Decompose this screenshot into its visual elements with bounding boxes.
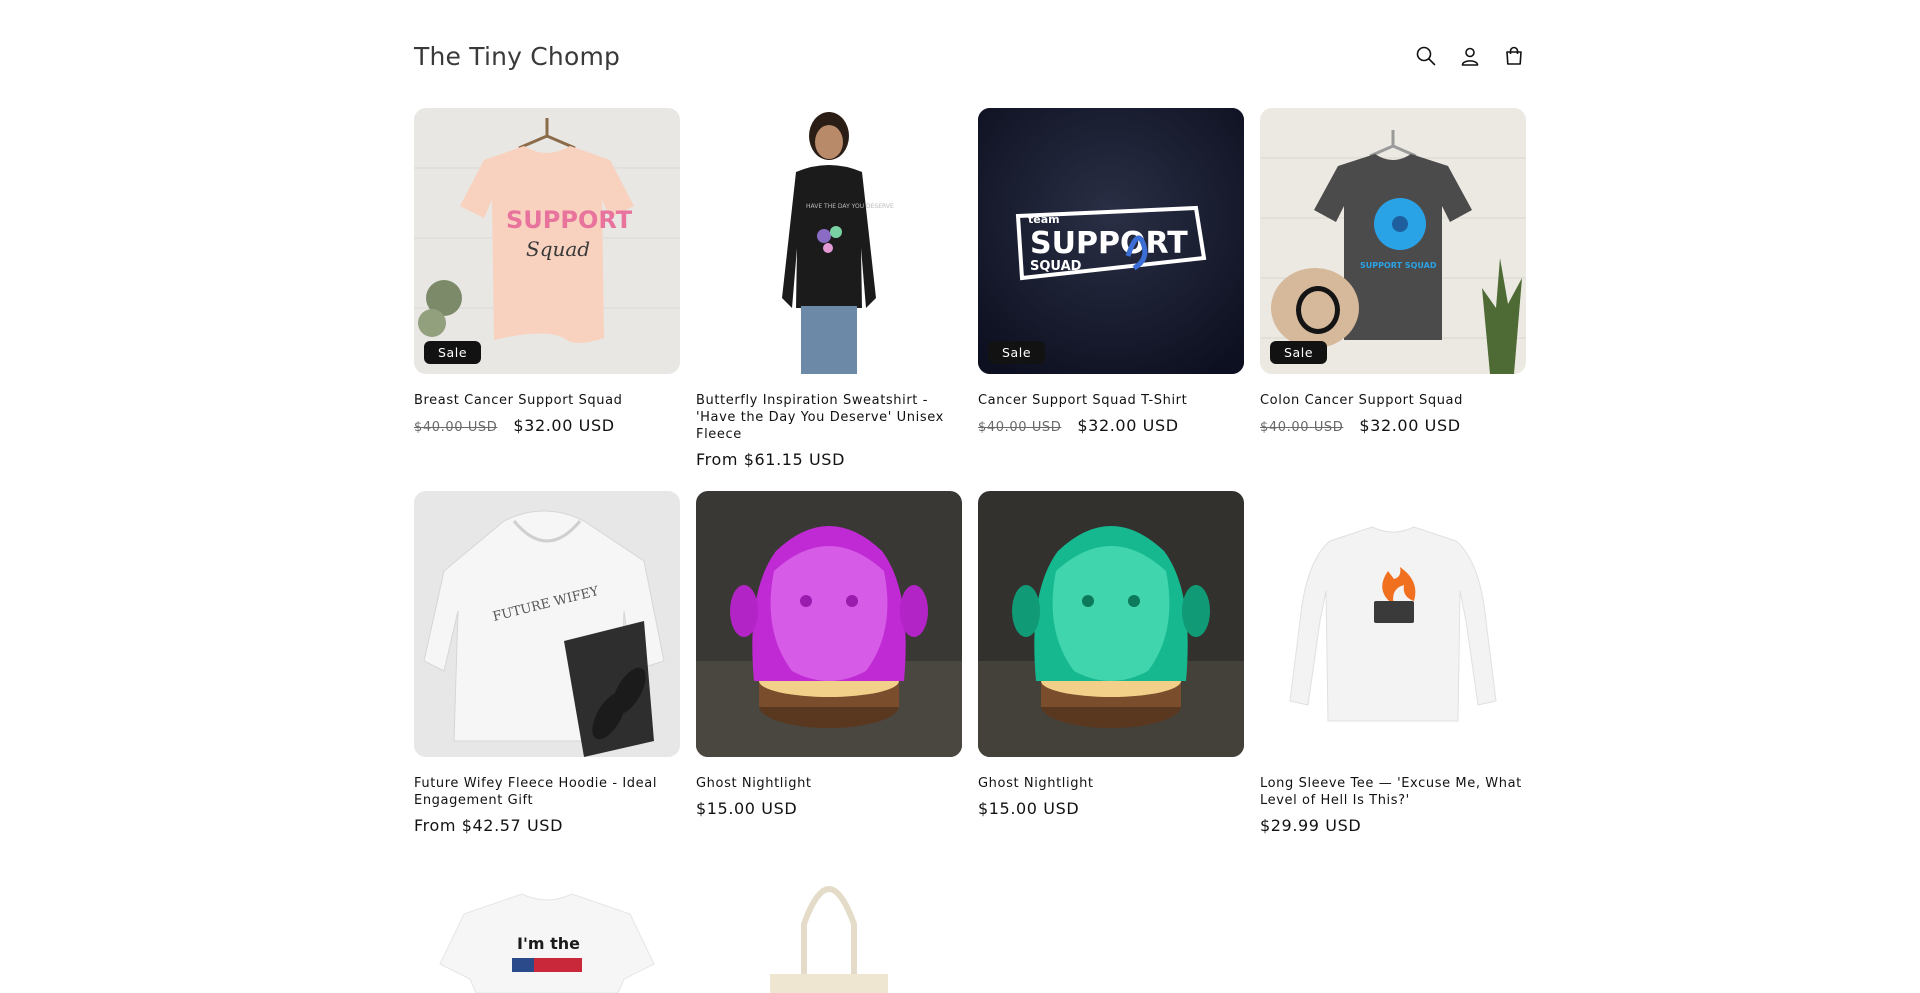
product-card[interactable]: HAVE THE DAY YOU DESERVE Butterfly Inspi… [696,108,962,469]
store-logo-text[interactable]: The Tiny Chomp [414,42,620,71]
product-image[interactable]: FUTURE WIFEY [414,491,680,757]
product-title[interactable]: Butterfly Inspiration Sweatshirt - 'Have… [696,392,962,443]
image-text-team: team [1028,213,1060,226]
image-text-im-the: I'm the [517,934,580,953]
product-card[interactable]: I'm the [414,874,680,993]
site-header: The Tiny Chomp [414,38,1526,82]
product-title[interactable]: Long Sleeve Tee — 'Excuse Me, What Level… [1260,775,1526,809]
sale-badge: Sale [988,341,1046,364]
product-card[interactable]: Long Sleeve Tee — 'Excuse Me, What Level… [1260,491,1526,835]
price: $29.99 USD [1260,816,1362,835]
price: $15.00 USD [696,799,798,818]
product-price: $15.00 USD [978,799,1244,818]
sale-badge: Sale [1270,341,1328,364]
image-text-support: SUPPORT [506,206,633,234]
image-text-support-squad: SUPPORT SQUAD [1360,261,1437,270]
regular-price: $40.00 USD [978,420,1062,435]
product-image[interactable] [1260,491,1526,757]
sale-price: $32.00 USD [513,416,615,435]
product-price: $40.00 USD $32.00 USD [414,416,680,435]
sale-price: $32.00 USD [1077,416,1179,435]
price: From $61.15 USD [696,450,845,469]
product-title[interactable]: Colon Cancer Support Squad [1260,392,1526,409]
product-image[interactable]: I'm the [414,874,680,993]
sale-price: $32.00 USD [1359,416,1461,435]
product-price: $40.00 USD $32.00 USD [1260,416,1526,435]
product-title[interactable]: Future Wifey Fleece Hoodie - Ideal Engag… [414,775,680,809]
product-image[interactable] [696,874,962,993]
image-text-squad: SQUAD [1030,259,1082,274]
product-image[interactable]: HAVE THE DAY YOU DESERVE [696,108,962,374]
product-card[interactable]: Ghost Nightlight $15.00 USD [696,491,962,818]
header-icons [1414,44,1526,68]
product-image[interactable] [696,491,962,757]
product-price: From $42.57 USD [414,816,680,835]
product-image[interactable]: SUPPORT SQUAD Sale [1260,108,1526,374]
product-title[interactable]: Cancer Support Squad T-Shirt [978,392,1244,409]
regular-price: $40.00 USD [414,420,498,435]
product-image[interactable] [978,491,1244,757]
product-title[interactable]: Ghost Nightlight [978,775,1244,792]
product-card[interactable]: SUPPORT SQUAD Sale Colon Cancer Support … [1260,108,1526,435]
image-text-support: SUPPORT [1030,226,1188,261]
product-price: From $61.15 USD [696,450,962,469]
product-price: $15.00 USD [696,799,962,818]
account-icon[interactable] [1458,44,1482,68]
product-card[interactable]: FUTURE WIFEY Future Wifey Fleece Hoodie … [414,491,680,835]
price: $15.00 USD [978,799,1080,818]
product-price: $29.99 USD [1260,816,1526,835]
product-card[interactable] [696,874,962,993]
regular-price: $40.00 USD [1260,420,1344,435]
product-image[interactable]: SUPPORT Squad Sale [414,108,680,374]
image-text-squad: Squad [526,237,590,261]
product-card[interactable]: team SUPPORT SQUAD Sale Cancer Support S… [978,108,1244,435]
product-title[interactable]: Ghost Nightlight [696,775,962,792]
product-title[interactable]: Breast Cancer Support Squad [414,392,680,409]
product-price: $40.00 USD $32.00 USD [978,416,1244,435]
product-card[interactable]: Ghost Nightlight $15.00 USD [978,491,1244,818]
price: From $42.57 USD [414,816,563,835]
sale-badge: Sale [424,341,482,364]
image-text-sweatshirt: HAVE THE DAY YOU DESERVE [806,203,894,210]
search-icon[interactable] [1414,44,1438,68]
product-image[interactable]: team SUPPORT SQUAD Sale [978,108,1244,374]
cart-icon[interactable] [1502,44,1526,68]
product-card[interactable]: SUPPORT Squad Sale Breast Cancer Support… [414,108,680,435]
